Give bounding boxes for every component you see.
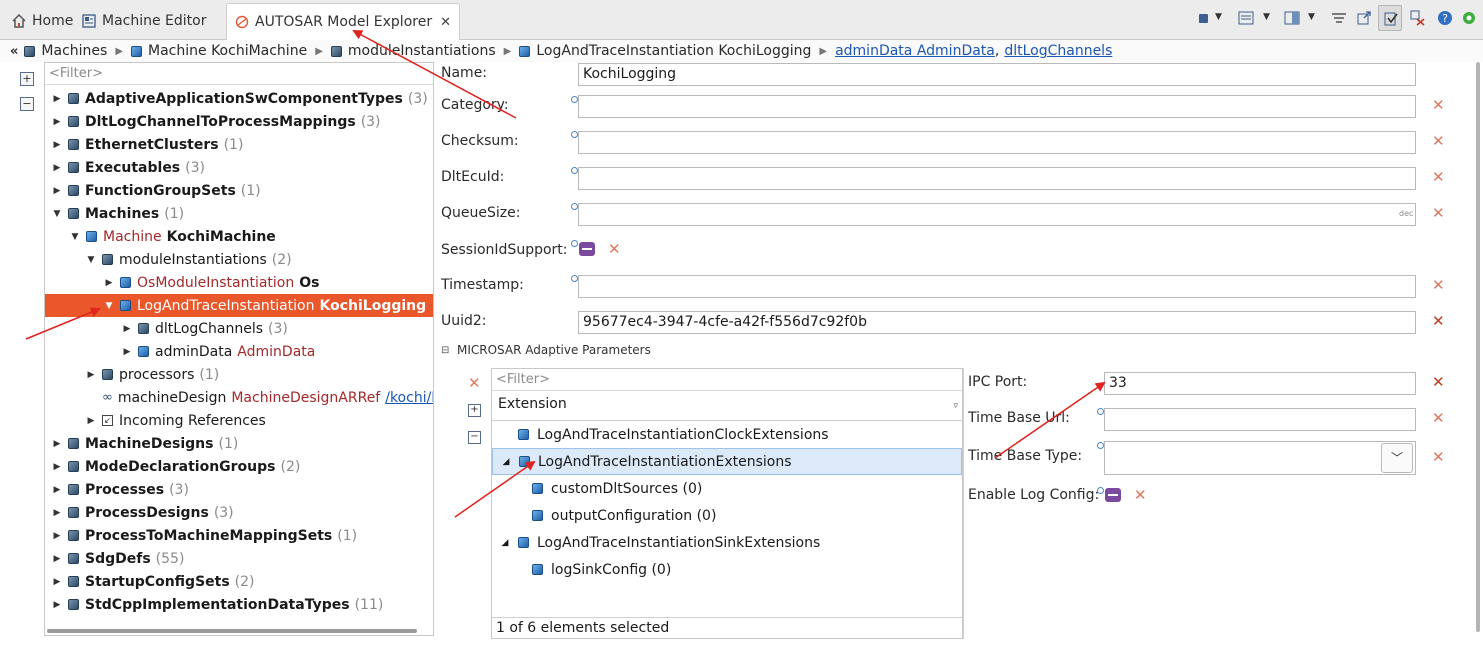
annotation-arrows bbox=[25, 30, 1106, 518]
annotation-arrow bbox=[25, 307, 101, 340]
annotation-arrow bbox=[994, 381, 1106, 459]
annotation-arrow bbox=[454, 460, 536, 518]
annotation-arrow bbox=[352, 30, 517, 119]
